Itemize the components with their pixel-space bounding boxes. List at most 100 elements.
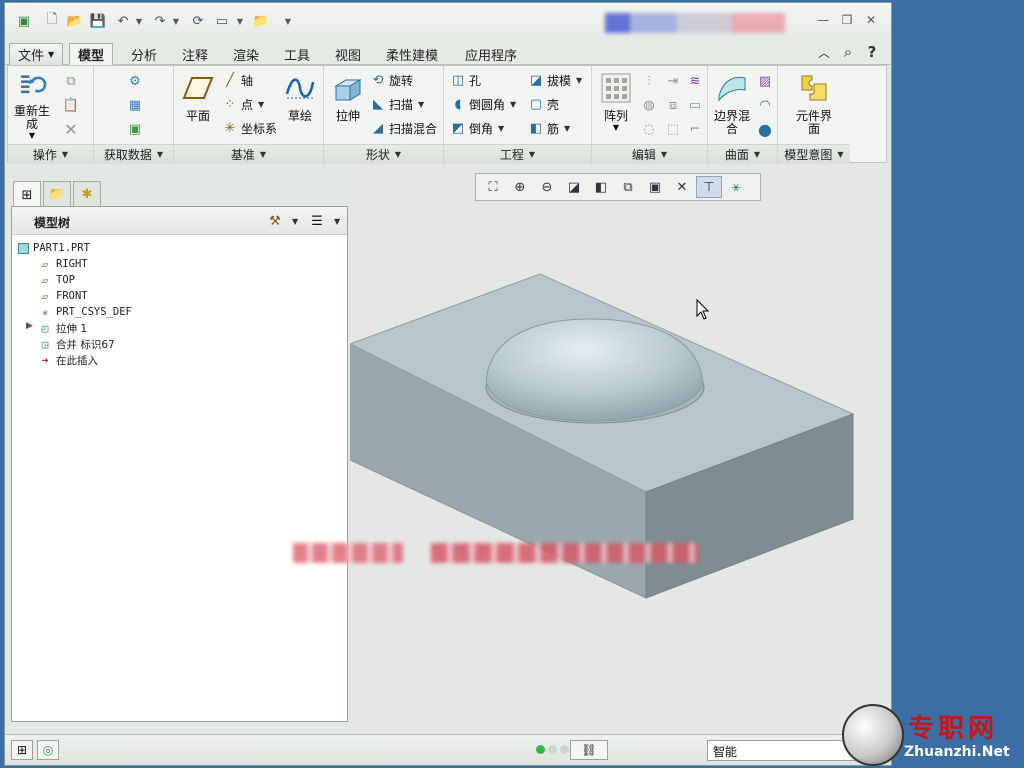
copy-icon[interactable]: ⧉ xyxy=(62,72,80,90)
group-get-data-label[interactable]: 获取数据 ▼ xyxy=(94,144,173,164)
freestyle-icon[interactable]: ● xyxy=(756,120,774,139)
settings-dropdown-icon[interactable]: ▼ xyxy=(292,217,298,226)
search-icon[interactable]: ⌕ xyxy=(839,43,857,61)
component-interface-button[interactable]: 元件界面 xyxy=(792,70,836,140)
tree-item-merge[interactable]: ◲ 合并 标识67 xyxy=(38,336,115,352)
tab-annotate[interactable]: 注释 xyxy=(174,43,216,65)
tree-item-part[interactable]: PART1.PRT xyxy=(18,240,90,256)
shrinkwrap-icon[interactable]: ▣ xyxy=(126,120,144,138)
regenerate-button[interactable]: 重新生成 ▼ xyxy=(10,70,54,140)
regenerate-icon[interactable]: ⟳ xyxy=(189,12,207,30)
tab-favorites[interactable]: ✱ xyxy=(73,181,101,207)
windows-icon[interactable]: ▭ xyxy=(213,12,231,30)
show-dropdown-icon[interactable]: ▼ xyxy=(334,217,340,226)
group-surfaces-label[interactable]: 曲面 ▼ xyxy=(708,144,777,164)
project-icon[interactable]: ⌐ xyxy=(686,120,704,138)
display-style-icon[interactable]: ◧ xyxy=(588,176,614,198)
customize-quick-access-icon[interactable]: ▼ xyxy=(283,12,293,30)
saved-orientations-icon[interactable]: ⧉ xyxy=(615,176,641,198)
repaint-icon[interactable]: ◪ xyxy=(561,176,587,198)
user-defined-feature-icon[interactable]: ⚙ xyxy=(126,72,144,90)
revolve-button[interactable]: ⟲ 旋转 xyxy=(370,70,413,90)
pattern-button[interactable]: 阵列 ▼ xyxy=(594,70,638,140)
coordinate-system-button[interactable]: ✳ 坐标系 xyxy=(222,118,277,138)
trim-icon[interactable]: ◌ xyxy=(640,120,658,138)
windows-dropdown-icon[interactable]: ▼ xyxy=(235,12,245,30)
zoom-in-icon[interactable]: ⊕ xyxy=(507,176,533,198)
new-file-icon[interactable]: 🗋 xyxy=(43,12,61,30)
expand-arrow-icon[interactable]: ▶ xyxy=(26,321,33,331)
toggle-browser-icon[interactable]: ◎ xyxy=(37,740,59,760)
thicken-icon[interactable]: ⬚ xyxy=(664,120,682,138)
minimize-button[interactable]: — xyxy=(815,13,831,27)
tab-render[interactable]: 渲染 xyxy=(225,43,267,65)
point-button[interactable]: ⁘ 点 ▼ xyxy=(222,94,265,114)
group-operations-label[interactable]: 操作 ▼ xyxy=(8,144,93,164)
group-datum-label[interactable]: 基准 ▼ xyxy=(174,144,323,164)
refit-icon[interactable]: ⛶ xyxy=(480,176,506,198)
fill-surface-icon[interactable]: ▨ xyxy=(756,72,774,90)
annotation-display-icon[interactable]: ⊤ xyxy=(696,176,722,198)
minimize-ribbon-icon[interactable]: ︿ xyxy=(815,43,833,61)
shell-button[interactable]: ▢ 壳 xyxy=(528,94,559,114)
undo-dropdown-icon[interactable]: ▼ xyxy=(134,12,144,30)
save-icon[interactable]: 💾 xyxy=(89,12,107,30)
tab-applications[interactable]: 应用程序 xyxy=(457,43,525,65)
open-file-icon[interactable]: 📂 xyxy=(66,12,84,30)
maximize-button[interactable]: ❐ xyxy=(839,13,855,27)
redo-dropdown-icon[interactable]: ▼ xyxy=(171,12,181,30)
extrude-button[interactable]: 拉伸 xyxy=(326,70,370,140)
intersect-icon[interactable]: ≋ xyxy=(686,72,704,90)
close-button[interactable]: ✕ xyxy=(863,13,879,27)
merge-icon[interactable]: ◍ xyxy=(640,96,658,114)
undo-icon[interactable]: ↶ xyxy=(114,12,132,30)
solidify-icon[interactable]: ▭ xyxy=(686,96,704,114)
datum-display-icon[interactable]: ✕ xyxy=(669,176,695,198)
draft-button[interactable]: ◪ 拔模 ▼ xyxy=(528,70,582,90)
help-icon[interactable]: ? xyxy=(863,43,881,61)
tab-analysis[interactable]: 分析 xyxy=(123,43,165,65)
tab-flexible-modeling[interactable]: 柔性建模 xyxy=(378,43,446,65)
group-editing-label[interactable]: 编辑 ▼ xyxy=(592,144,707,164)
copy-geometry-icon[interactable]: ▦ xyxy=(126,96,144,114)
rib-button[interactable]: ◧ 筋 ▼ xyxy=(528,118,570,138)
toggle-navigator-icon[interactable]: ⊞ xyxy=(11,740,33,760)
datum-plane-button[interactable]: 平面 xyxy=(176,70,220,140)
zoom-out-icon[interactable]: ⊖ xyxy=(534,176,560,198)
view-manager-icon[interactable]: ▣ xyxy=(642,176,668,198)
settings-icon[interactable]: ⚒ xyxy=(266,212,284,230)
sweep-button[interactable]: ◣ 扫描 ▼ xyxy=(370,94,424,114)
tab-file[interactable]: 文件 ▼ xyxy=(9,43,64,65)
style-icon[interactable]: ◠ xyxy=(756,96,774,114)
close-window-icon[interactable]: 📁 xyxy=(252,12,270,30)
redo-icon[interactable]: ↷ xyxy=(151,12,169,30)
group-engineering-label[interactable]: 工程 ▼ xyxy=(444,144,591,164)
hole-button[interactable]: ◫ 孔 xyxy=(450,70,481,90)
tab-model[interactable]: 模型 xyxy=(69,43,114,65)
show-icon[interactable]: ☰ xyxy=(308,212,326,230)
tab-folder-browser[interactable]: 📁 xyxy=(43,181,71,207)
tree-item-top[interactable]: ▱ TOP xyxy=(38,272,75,288)
spin-center-icon[interactable]: ⚹ xyxy=(723,176,749,198)
graphics-window[interactable] xyxy=(348,169,890,733)
swept-blend-button[interactable]: ◢ 扫描混合 xyxy=(370,118,437,138)
extend-icon[interactable]: ⇥ xyxy=(664,72,682,90)
tree-item-insert-here[interactable]: ➜ 在此插入 xyxy=(38,352,98,368)
find-icon[interactable]: ⛓ xyxy=(570,740,608,760)
offset-icon[interactable]: ⧈ xyxy=(664,96,682,114)
tree-item-extrude[interactable]: ◰ 拉伸 1 xyxy=(38,320,87,336)
part-model-3d[interactable] xyxy=(348,169,890,733)
round-button[interactable]: ◖ 倒圆角 ▼ xyxy=(450,94,517,114)
axis-button[interactable]: ╱ 轴 xyxy=(222,70,253,90)
paste-icon[interactable]: 📋 xyxy=(62,96,80,114)
selection-filter[interactable]: 智能 xyxy=(707,740,857,761)
chamfer-button[interactable]: ◩ 倒角 ▼ xyxy=(450,118,504,138)
tree-item-right[interactable]: ▱ RIGHT xyxy=(38,256,88,272)
tab-tools[interactable]: 工具 xyxy=(276,43,318,65)
tab-view[interactable]: 视图 xyxy=(327,43,369,65)
tree-item-csys[interactable]: ✳ PRT_CSYS_DEF xyxy=(38,304,132,320)
mirror-icon[interactable]: ⫶ xyxy=(640,72,658,90)
tree-item-front[interactable]: ▱ FRONT xyxy=(38,288,88,304)
sketch-button[interactable]: 草绘 xyxy=(278,70,322,140)
delete-icon[interactable]: ✕ xyxy=(62,120,80,139)
